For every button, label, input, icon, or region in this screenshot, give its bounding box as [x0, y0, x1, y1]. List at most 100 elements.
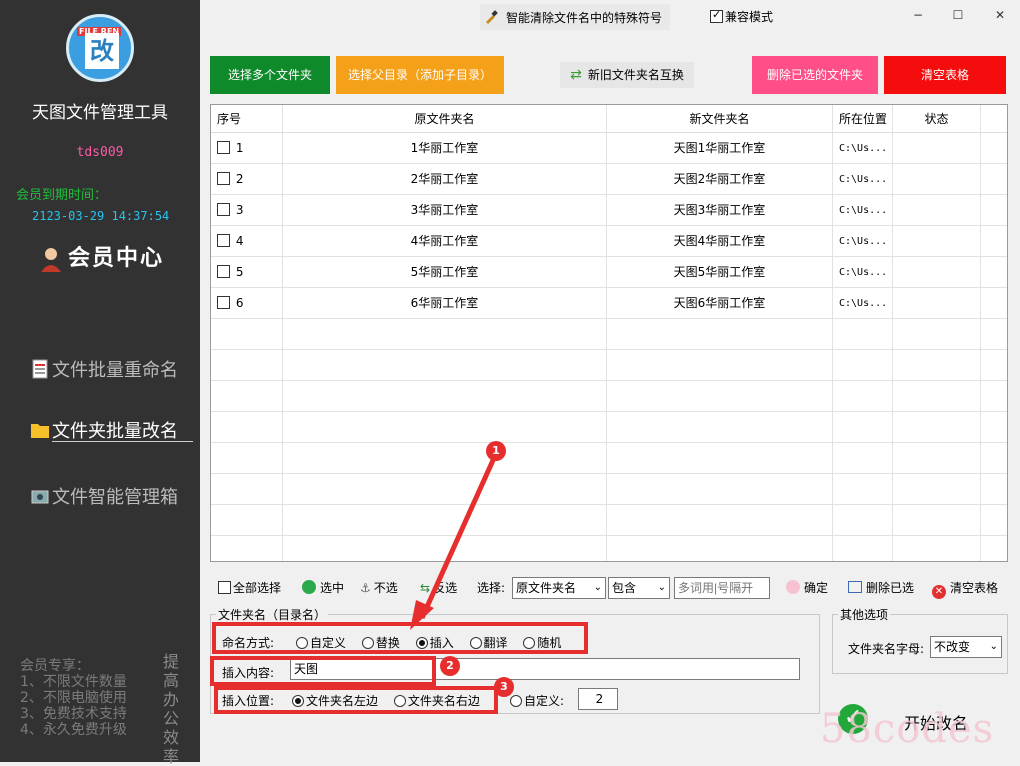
row-index: 6: [235, 296, 244, 310]
nav-file-label: 文件批量重命名: [52, 360, 178, 381]
checkbox-icon: [217, 203, 230, 216]
compat-mode-checkbox[interactable]: 兼容模式: [710, 8, 773, 25]
table-row[interactable]: 2 2华丽工作室 天图2华丽工作室 C:\Us...: [211, 164, 1007, 195]
checkbox-icon: [217, 234, 230, 247]
close-circle-icon: ✕: [932, 585, 946, 599]
table-row[interactable]: 4 4华丽工作室 天图4华丽工作室 C:\Us...: [211, 226, 1007, 257]
select-parent-dir-button[interactable]: 选择父目录（添加子目录）: [336, 56, 504, 94]
field-select[interactable]: 原文件夹名 ⌄: [512, 577, 606, 599]
checkbox-checked-icon: [710, 8, 723, 23]
eraser-icon: [786, 580, 800, 594]
location-cell: C:\Us...: [833, 257, 893, 287]
close-button[interactable]: ✕: [990, 8, 1010, 22]
match-select[interactable]: 包含 ⌄: [608, 577, 670, 599]
clear-table-small-button[interactable]: ✕ 清空表格: [932, 579, 998, 599]
location-cell: C:\Us...: [833, 288, 893, 318]
empty-table-row: [211, 505, 1007, 536]
annotation-badge: 3: [494, 677, 514, 697]
perk-line: 2、不限电脑使用: [20, 690, 127, 706]
empty-table-row: [211, 536, 1007, 561]
new-name-cell: 天图4华丽工作室: [607, 226, 833, 256]
col-header-index[interactable]: 序号: [211, 105, 283, 132]
empty-table-row: [211, 412, 1007, 443]
annotation-box-2: [210, 656, 436, 686]
perk-line: 4、永久免费升级: [20, 722, 127, 738]
annotation-box-3: [214, 686, 498, 714]
delete-selected-button[interactable]: 删除已选: [848, 579, 914, 596]
swap-icon: ⇄: [570, 67, 582, 83]
unselect-label: 不选: [373, 581, 398, 595]
swap-names-button[interactable]: ⇄ 新旧文件夹名互换: [560, 62, 694, 88]
filler-cell: [981, 164, 1007, 194]
status-cell: [893, 195, 981, 225]
status-cell: [893, 257, 981, 287]
col-header-status[interactable]: 状态: [893, 105, 981, 132]
location-cell: C:\Us...: [833, 195, 893, 225]
status-cell: [893, 133, 981, 163]
nav-folder-label: 文件夹批量改名: [52, 421, 178, 442]
checkbox-icon: [217, 265, 230, 278]
status-cell: [893, 226, 981, 256]
case-select[interactable]: 不改变 ⌄: [930, 636, 1002, 658]
member-center-link[interactable]: 会员中心: [38, 240, 164, 272]
row-index-cell[interactable]: 6: [211, 288, 283, 318]
filler-cell: [981, 226, 1007, 256]
confirm-button[interactable]: 确定: [786, 579, 828, 596]
nav-folder-batch-rename[interactable]: 文件夹批量改名: [30, 417, 178, 443]
col-header-new-name[interactable]: 新文件夹名: [607, 105, 833, 132]
select-button[interactable]: 选中: [302, 579, 344, 596]
row-index-cell[interactable]: 5: [211, 257, 283, 287]
nav-file-batch-rename[interactable]: 文件批量重命名: [30, 356, 178, 382]
keyword-input[interactable]: [674, 577, 770, 599]
row-index-cell[interactable]: 2: [211, 164, 283, 194]
select-multiple-folders-button[interactable]: 选择多个文件夹: [210, 56, 330, 94]
table-row[interactable]: 1 1华丽工作室 天图1华丽工作室 C:\Us...: [211, 133, 1007, 164]
custom-position-input[interactable]: 2: [578, 688, 618, 710]
expiry-date: 2123-03-29 14:37:54: [32, 209, 170, 223]
old-name-cell: 1华丽工作室: [283, 133, 607, 163]
app-logo: FILE REN 改: [66, 14, 134, 82]
brush-icon: [486, 10, 498, 24]
clear-table-button[interactable]: 清空表格: [884, 56, 1006, 94]
table-row[interactable]: 5 5华丽工作室 天图5华丽工作室 C:\Us...: [211, 257, 1007, 288]
match-select-value: 包含: [612, 581, 637, 595]
case-label: 文件夹名字母:: [848, 642, 925, 656]
empty-table-row: [211, 474, 1007, 505]
perk-line: 1、不限文件数量: [20, 674, 127, 690]
maximize-button[interactable]: ☐: [948, 8, 968, 22]
nav-smart-manager[interactable]: 文件智能管理箱: [30, 483, 178, 509]
username: tds009: [76, 145, 124, 160]
radio-icon: [510, 695, 522, 707]
row-index-cell[interactable]: 4: [211, 226, 283, 256]
new-name-cell: 天图6华丽工作室: [607, 288, 833, 318]
toolbox-icon: [31, 490, 49, 504]
member-center-label: 会员中心: [68, 246, 165, 271]
filler-cell: [981, 288, 1007, 318]
swap-names-label: 新旧文件夹名互换: [587, 68, 684, 82]
row-index-cell[interactable]: 1: [211, 133, 283, 163]
folder-icon: [31, 424, 49, 438]
delete-selected-folders-button[interactable]: 删除已选的文件夹: [752, 56, 878, 94]
filler-cell: [981, 257, 1007, 287]
compat-mode-label: 兼容模式: [725, 10, 774, 24]
unselect-button[interactable]: ⚓ 不选: [360, 579, 398, 596]
logo-glyph: 改: [85, 33, 119, 69]
filler-cell: [981, 195, 1007, 225]
naming-group-title: 文件夹名（目录名）: [216, 606, 329, 623]
col-header-location[interactable]: 所在位置: [833, 105, 893, 132]
table-row[interactable]: 6 6华丽工作室 天图6华丽工作室 C:\Us...: [211, 288, 1007, 319]
row-index: 1: [235, 141, 244, 155]
select-all-checkbox[interactable]: 全部选择: [218, 579, 281, 596]
document-icon: [32, 359, 48, 379]
col-header-old-name[interactable]: 原文件夹名: [283, 105, 607, 132]
annotation-badge: 2: [440, 656, 460, 676]
custom-position-option[interactable]: 自定义:: [510, 692, 564, 709]
old-name-cell: 2华丽工作室: [283, 164, 607, 194]
minimize-button[interactable]: −: [908, 8, 928, 22]
row-index: 3: [235, 203, 244, 217]
table-row[interactable]: 3 3华丽工作室 天图3华丽工作室 C:\Us...: [211, 195, 1007, 226]
table-header: 序号 原文件夹名 新文件夹名 所在位置 状态: [211, 105, 1007, 133]
status-cell: [893, 164, 981, 194]
row-index-cell[interactable]: 3: [211, 195, 283, 225]
row-index: 4: [235, 234, 244, 248]
